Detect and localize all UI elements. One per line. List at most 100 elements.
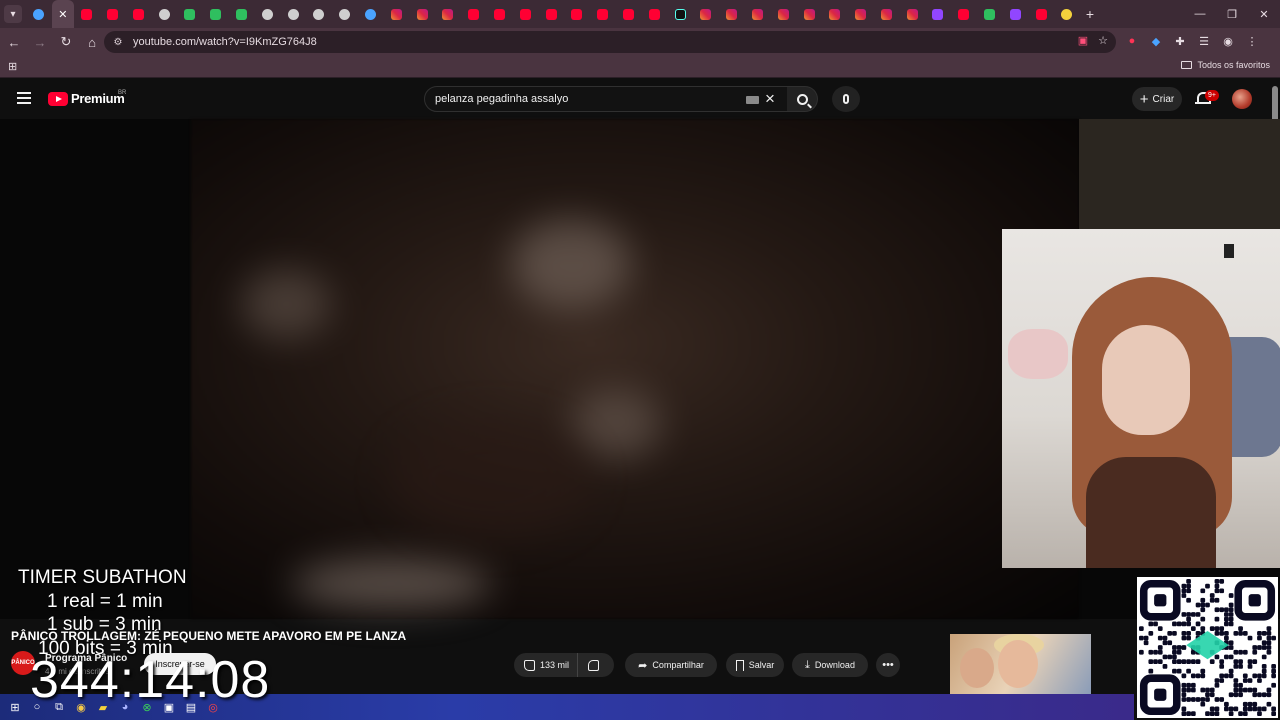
tab-favicon-icon bbox=[803, 8, 815, 20]
browser-tab[interactable] bbox=[203, 0, 229, 28]
like-count: 133 mil bbox=[540, 660, 570, 670]
browser-tab[interactable] bbox=[977, 0, 1003, 28]
browser-tab-strip: ▾ ✕ + — ❐ ✕ bbox=[0, 0, 1280, 28]
window-controls: — ❐ ✕ bbox=[1184, 0, 1280, 28]
tab-favicon-icon bbox=[1035, 8, 1047, 20]
reading-list-icon[interactable]: ☰ bbox=[1196, 33, 1212, 49]
browser-tab[interactable] bbox=[358, 0, 384, 28]
tab-favicon-icon bbox=[1009, 8, 1021, 20]
browser-tab[interactable] bbox=[74, 0, 100, 28]
tab-favicon-icon bbox=[571, 8, 583, 20]
browser-tab[interactable] bbox=[719, 0, 745, 28]
browser-tab[interactable] bbox=[693, 0, 719, 28]
browser-tab[interactable] bbox=[151, 0, 177, 28]
browser-tab[interactable] bbox=[461, 0, 487, 28]
tab-favicon-icon bbox=[674, 8, 686, 20]
tab-favicon-icon bbox=[648, 8, 660, 20]
browser-tab[interactable] bbox=[925, 0, 951, 28]
browser-tab[interactable] bbox=[951, 0, 977, 28]
webcam-overlay bbox=[1002, 229, 1280, 568]
windows-start-icon[interactable]: ⊞ bbox=[4, 696, 26, 718]
browser-menu-icon[interactable]: ⋮ bbox=[1244, 33, 1260, 49]
minimize-icon[interactable]: — bbox=[1184, 0, 1216, 28]
save-button[interactable]: Salvar bbox=[726, 653, 784, 677]
dislike-button[interactable] bbox=[578, 653, 608, 677]
search-input[interactable]: pelanza pegadinha assalyo × bbox=[424, 86, 788, 112]
thumbs-up-icon bbox=[524, 659, 535, 671]
browser-tab[interactable] bbox=[487, 0, 513, 28]
browser-tab[interactable] bbox=[125, 0, 151, 28]
close-tab-icon[interactable]: ✕ bbox=[58, 8, 67, 21]
browser-tab[interactable] bbox=[177, 0, 203, 28]
extensions-puzzle-icon[interactable]: ✚ bbox=[1172, 33, 1188, 49]
logo-premium-text: Premium bbox=[71, 91, 125, 106]
close-window-icon[interactable]: ✕ bbox=[1248, 0, 1280, 28]
browser-tab[interactable] bbox=[254, 0, 280, 28]
browser-tab[interactable] bbox=[564, 0, 590, 28]
tab-favicon-icon bbox=[468, 8, 480, 20]
tab-favicon-icon bbox=[751, 8, 763, 20]
tab-favicon-icon bbox=[442, 8, 454, 20]
tab-favicon-icon bbox=[390, 8, 402, 20]
browser-tab[interactable] bbox=[822, 0, 848, 28]
browser-tab[interactable] bbox=[512, 0, 538, 28]
youtube-logo[interactable]: Premium bbox=[48, 91, 125, 106]
browser-tab[interactable] bbox=[1054, 0, 1080, 28]
download-button[interactable]: ⤓ Download bbox=[792, 653, 868, 677]
account-avatar[interactable] bbox=[1232, 89, 1252, 109]
browser-tab-active[interactable]: ✕ bbox=[51, 0, 74, 28]
tab-favicon-icon bbox=[958, 8, 970, 20]
browser-tab[interactable] bbox=[332, 0, 358, 28]
recommended-video-thumbnail[interactable] bbox=[950, 634, 1091, 694]
create-button[interactable]: + Criar bbox=[1132, 87, 1182, 111]
bookmark-star-icon[interactable]: ☆ bbox=[1098, 34, 1108, 47]
browser-tab[interactable] bbox=[796, 0, 822, 28]
forward-icon[interactable]: → bbox=[28, 30, 52, 54]
guide-menu-icon[interactable] bbox=[17, 92, 31, 104]
browser-tab[interactable] bbox=[306, 0, 332, 28]
browser-tab[interactable] bbox=[874, 0, 900, 28]
browser-tab[interactable] bbox=[745, 0, 771, 28]
picture-in-picture-icon[interactable]: ▣ bbox=[1078, 34, 1088, 47]
search-query[interactable]: pelanza pegadinha assalyo bbox=[435, 93, 568, 105]
browser-tab[interactable] bbox=[848, 0, 874, 28]
new-tab-button[interactable]: + bbox=[1086, 6, 1094, 22]
url-text[interactable]: youtube.com/watch?v=I9KmZG764J8 bbox=[133, 36, 317, 48]
reload-icon[interactable]: ↻ bbox=[54, 30, 78, 54]
browser-tab[interactable] bbox=[409, 0, 435, 28]
browser-tab[interactable] bbox=[899, 0, 925, 28]
browser-tab[interactable] bbox=[1028, 0, 1054, 28]
browser-tab[interactable] bbox=[770, 0, 796, 28]
browser-tab[interactable] bbox=[435, 0, 461, 28]
search-button[interactable] bbox=[787, 86, 818, 112]
browser-tab[interactable] bbox=[383, 0, 409, 28]
browser-tab[interactable] bbox=[616, 0, 642, 28]
back-icon[interactable]: ← bbox=[2, 30, 26, 54]
restore-icon[interactable]: ❐ bbox=[1216, 0, 1248, 28]
tab-favicon-icon bbox=[519, 8, 531, 20]
browser-tab[interactable] bbox=[538, 0, 564, 28]
profile-icon[interactable]: ◉ bbox=[1220, 33, 1236, 49]
clear-search-icon[interactable]: × bbox=[765, 89, 775, 109]
extension-blue-icon[interactable]: ◆ bbox=[1148, 33, 1164, 49]
all-bookmarks-folder[interactable]: Todos os favoritos bbox=[1181, 60, 1270, 70]
like-button[interactable]: 133 mil bbox=[514, 653, 579, 677]
more-actions-button[interactable]: ••• bbox=[876, 653, 900, 677]
keyboard-icon[interactable] bbox=[746, 96, 759, 104]
tab-search-icon[interactable]: ▾ bbox=[4, 5, 22, 23]
extension-red-icon[interactable]: ● bbox=[1124, 33, 1140, 49]
voice-search-button[interactable] bbox=[832, 86, 860, 112]
browser-tab[interactable] bbox=[280, 0, 306, 28]
browser-tab[interactable] bbox=[1002, 0, 1028, 28]
share-button[interactable]: ➦ Compartilhar bbox=[625, 653, 717, 677]
site-info-icon[interactable]: ⚙ bbox=[112, 36, 124, 48]
browser-tab[interactable] bbox=[26, 0, 52, 28]
browser-tab[interactable] bbox=[641, 0, 667, 28]
browser-tab[interactable] bbox=[590, 0, 616, 28]
address-bar[interactable]: ⚙ youtube.com/watch?v=I9KmZG764J8 ▣ ☆ bbox=[104, 31, 1116, 53]
apps-grid-icon[interactable]: ⊞ bbox=[8, 60, 17, 73]
browser-tab[interactable] bbox=[100, 0, 126, 28]
home-icon[interactable]: ⌂ bbox=[80, 30, 104, 54]
browser-tab[interactable] bbox=[667, 0, 693, 28]
browser-tab[interactable] bbox=[229, 0, 255, 28]
